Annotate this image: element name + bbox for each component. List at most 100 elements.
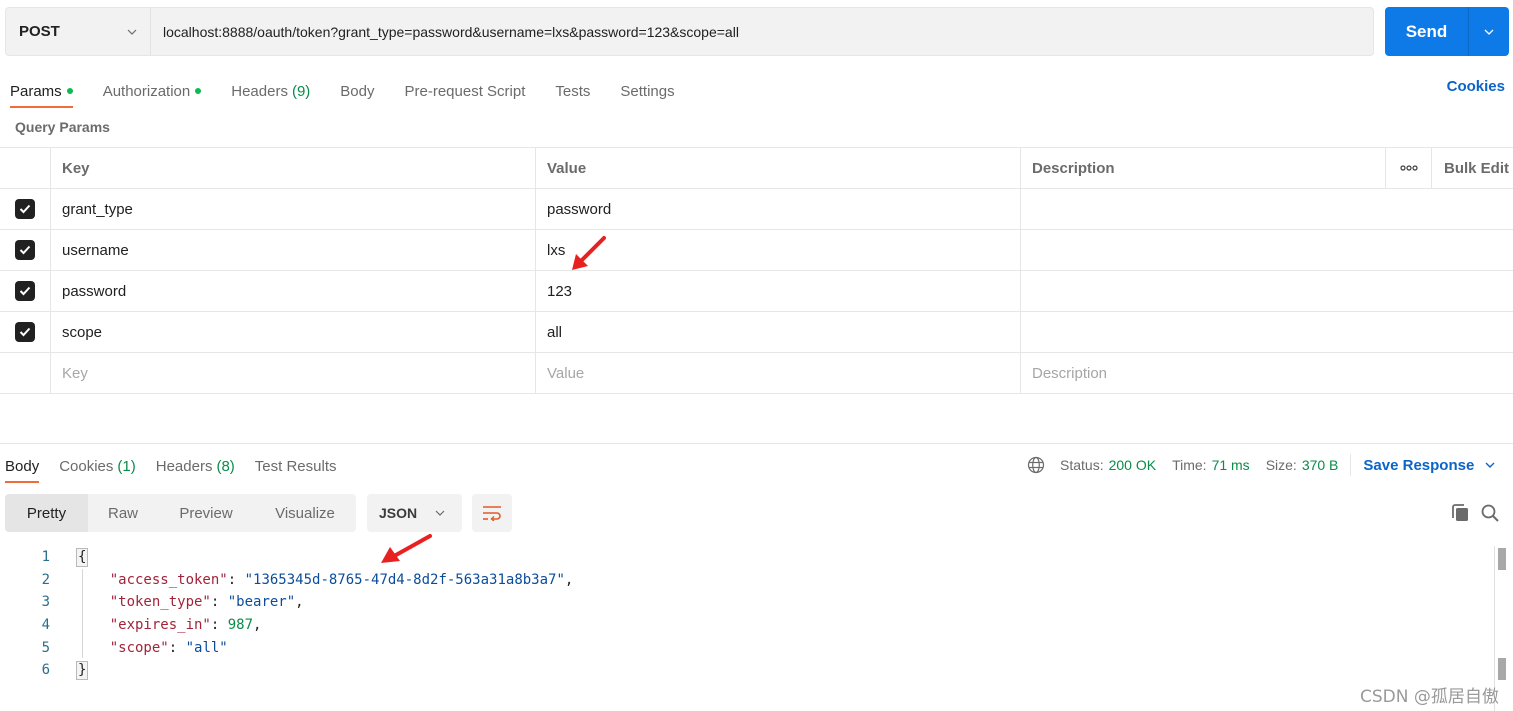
- search-button[interactable]: [1479, 502, 1501, 524]
- tab-body[interactable]: Body: [340, 76, 374, 106]
- send-button-group: Send: [1385, 7, 1509, 56]
- tab-response-headers[interactable]: Headers (8): [156, 451, 235, 481]
- json-string-value: "all": [185, 639, 228, 656]
- code-line: 1 {: [0, 546, 1495, 569]
- scrollbar-thumb[interactable]: [1498, 548, 1506, 570]
- param-value[interactable]: 123: [536, 271, 1021, 311]
- tab-label: Test Results: [254, 457, 337, 475]
- checkmark-icon: [19, 286, 31, 296]
- view-mode-segmented: Pretty Raw Preview Visualize: [5, 494, 356, 532]
- tab-test-results[interactable]: Test Results: [255, 451, 337, 481]
- bulk-edit-button[interactable]: Bulk Edit: [1432, 148, 1513, 188]
- chevron-down-icon: [127, 29, 137, 35]
- tab-count: (9): [291, 82, 311, 100]
- chevron-down-icon: [1485, 462, 1495, 468]
- tab-authorization[interactable]: Authorization: [103, 76, 202, 106]
- scrollbar-thumb[interactable]: [1498, 658, 1506, 680]
- tab-headers[interactable]: Headers (9): [231, 76, 310, 106]
- check-cell: [0, 271, 51, 311]
- new-description-input[interactable]: Description: [1021, 353, 1513, 393]
- view-visualize[interactable]: Visualize: [254, 494, 356, 532]
- globe-icon[interactable]: [1027, 456, 1045, 474]
- row-checkbox[interactable]: [15, 281, 35, 301]
- view-preview[interactable]: Preview: [158, 494, 254, 532]
- param-key[interactable]: scope: [51, 312, 536, 352]
- divider: [1350, 454, 1352, 476]
- url-input[interactable]: [151, 8, 1373, 55]
- response-meta: Status: 200 OK Time: 71 ms Size: 370 B S…: [1027, 454, 1496, 476]
- code-line: 3 "token_type": "bearer",: [0, 591, 1495, 614]
- tab-pre-request-script[interactable]: Pre-request Script: [405, 76, 526, 106]
- code-line: 2 "access_token": "1365345d-8765-47d4-8d…: [0, 569, 1495, 592]
- line-number: 3: [41, 594, 50, 611]
- tab-response-cookies[interactable]: Cookies (1): [59, 451, 136, 481]
- tab-label: Headers: [155, 457, 213, 475]
- method-select[interactable]: POST: [6, 8, 151, 55]
- param-description[interactable]: [1021, 230, 1513, 270]
- copy-button[interactable]: [1449, 502, 1471, 524]
- check-cell: [0, 189, 51, 229]
- cookies-link[interactable]: Cookies: [1447, 78, 1505, 95]
- wrap-lines-button[interactable]: [472, 494, 512, 532]
- param-description[interactable]: [1021, 271, 1513, 311]
- save-response-button[interactable]: Save Response: [1363, 457, 1496, 474]
- modified-dot-icon: [66, 88, 73, 94]
- copy-icon: [1452, 504, 1468, 521]
- row-checkbox[interactable]: [15, 199, 35, 219]
- method-label: POST: [19, 23, 60, 40]
- wrap-text-icon: [483, 506, 501, 521]
- param-value[interactable]: password: [536, 189, 1021, 229]
- chevron-down-icon: [435, 510, 445, 516]
- param-description[interactable]: [1021, 189, 1513, 229]
- tab-label: Body: [340, 82, 375, 100]
- tab-tests[interactable]: Tests: [555, 76, 590, 106]
- more-horizontal-icon: [1399, 165, 1418, 171]
- code-line: 5 "scope": "all": [0, 636, 1495, 659]
- param-description[interactable]: [1021, 312, 1513, 352]
- size-value: 370 B: [1301, 457, 1339, 473]
- json-number-value: 987: [227, 617, 254, 634]
- view-raw[interactable]: Raw: [88, 494, 158, 532]
- punct: ,: [295, 594, 304, 611]
- view-pretty[interactable]: Pretty: [5, 494, 88, 532]
- header-value: Value: [536, 148, 1021, 188]
- tab-params[interactable]: Params: [10, 76, 73, 108]
- param-key[interactable]: password: [51, 271, 536, 311]
- format-select[interactable]: JSON: [367, 494, 462, 532]
- tab-response-body[interactable]: Body: [5, 451, 40, 483]
- format-label: JSON: [379, 505, 418, 521]
- json-key: "access_token": [109, 571, 228, 588]
- checkmark-icon: [19, 204, 31, 214]
- checkmark-icon: [19, 245, 31, 255]
- param-key[interactable]: username: [51, 230, 536, 270]
- tab-label: Headers: [231, 82, 288, 100]
- table-row: grant_type password: [0, 189, 1513, 230]
- tab-label: Settings: [620, 82, 675, 100]
- response-body-editor[interactable]: 1 { 2 "access_token": "1365345d-8765-47d…: [0, 546, 1495, 682]
- brace-close: }: [76, 660, 89, 680]
- param-value[interactable]: lxs: [536, 230, 1021, 270]
- param-value[interactable]: all: [536, 312, 1021, 352]
- punct: ,: [253, 617, 262, 634]
- tab-settings[interactable]: Settings: [620, 76, 674, 106]
- line-number: 1: [41, 549, 50, 566]
- json-string-value: "1365345d-8765-47d4-8d2f-563a31a8b3a7": [244, 571, 565, 588]
- row-checkbox[interactable]: [15, 240, 35, 260]
- table-row: scope all: [0, 312, 1513, 353]
- line-number: 5: [41, 639, 50, 656]
- table-row: password 123: [0, 271, 1513, 312]
- new-key-input[interactable]: Key: [51, 353, 536, 393]
- more-options-button[interactable]: [1386, 148, 1432, 188]
- code-line: 6 }: [0, 659, 1495, 682]
- param-key[interactable]: grant_type: [51, 189, 536, 229]
- send-options-button[interactable]: [1469, 7, 1509, 56]
- query-params-title: Query Params: [15, 119, 110, 135]
- json-string-value: "bearer": [227, 594, 296, 611]
- table-header: Key Value Description Bulk Edit: [0, 148, 1513, 189]
- request-tabs: Params Authorization Headers (9) Body Pre…: [10, 76, 705, 108]
- send-button[interactable]: Send: [1385, 7, 1469, 56]
- new-value-input[interactable]: Value: [536, 353, 1021, 393]
- check-cell: [0, 230, 51, 270]
- row-checkbox[interactable]: [15, 322, 35, 342]
- header-check-cell: [0, 148, 51, 188]
